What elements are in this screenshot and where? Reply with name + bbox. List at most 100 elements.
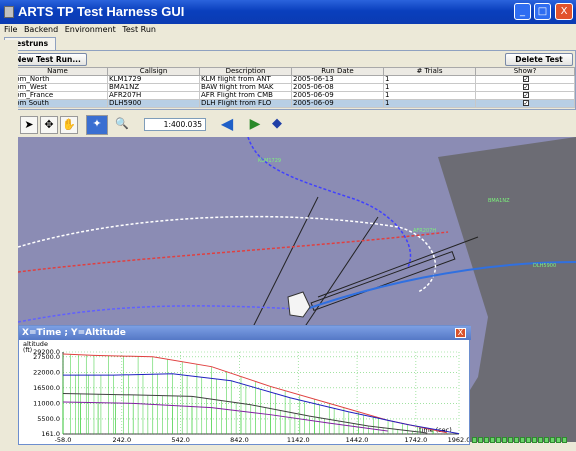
x-tick-label: 1142.0	[287, 436, 310, 444]
cell-name: From South	[7, 99, 108, 108]
column-header-run-date[interactable]: Run Date	[291, 67, 384, 76]
x-tick-label: 242.0	[113, 436, 132, 444]
hand-icon[interactable]: ✋	[60, 116, 78, 134]
track-approach	[18, 305, 299, 323]
graph-title[interactable]: X=Time ; Y=Altitude	[19, 326, 471, 340]
cell-callsign: AFR207H	[107, 91, 200, 100]
altitude-chart: -58.0 242.0 542.0 842.0 1142.0 1442.0 1742.0 19…	[23, 340, 469, 444]
x-tick-label: 1442.0	[346, 436, 369, 444]
x-tick-label: 1742.0	[404, 436, 427, 444]
zoom-icon[interactable]: 🔍	[113, 116, 131, 134]
y-tick-label: 22000.0	[33, 368, 60, 376]
map-label-3: AFR207H	[413, 228, 436, 234]
status-indicator	[490, 437, 495, 443]
show-checkbox[interactable]: ✓	[522, 100, 529, 107]
maximize-button[interactable]: □	[534, 3, 551, 20]
cell-date: 2005-06-09	[291, 91, 384, 100]
new-test-run-button[interactable]: New Test Run...	[9, 53, 87, 66]
cell-name: From_West	[7, 83, 108, 92]
x-tick-label: 1962.0	[448, 436, 469, 444]
cell-description: DLH Flight from FLO	[199, 99, 292, 108]
y-tick-label: 11000.0	[33, 399, 60, 407]
column-header-trials[interactable]: # Trials	[383, 67, 476, 76]
menu-backend[interactable]: Backend	[24, 24, 58, 36]
cell-callsign: KLM1729	[107, 75, 200, 84]
table-row[interactable]: From_West BMA1NZ BAW flight from MAK 2005-0…	[7, 83, 575, 92]
table-row[interactable]: From South DLH5900 DLH Flight from FLO 2005…	[7, 99, 575, 108]
column-header-show[interactable]: Show?	[475, 67, 575, 76]
back-arrow-icon[interactable]: ◀	[214, 116, 240, 134]
cell-show: ✓	[475, 99, 575, 108]
zoom-field[interactable]: 1:400.035	[144, 118, 206, 131]
status-indicator	[532, 437, 537, 443]
track-west	[18, 231, 449, 273]
status-indicator	[478, 437, 483, 443]
title-bar[interactable]: ARTS TP Test Harness GUI _ □ X	[0, 0, 576, 24]
status-indicator	[544, 437, 549, 443]
menu-test-run[interactable]: Test Run	[122, 24, 156, 36]
status-indicators	[472, 436, 576, 446]
status-indicator	[556, 437, 561, 443]
track-france	[247, 137, 412, 268]
status-indicator	[550, 437, 555, 443]
cell-name: From_North	[7, 75, 108, 84]
show-checkbox[interactable]: ✓	[522, 76, 529, 83]
map-toolbar: ➤ ✥ ✋ ✦ 🔍 1:400.035 ◀ ▶ ◆	[18, 113, 576, 137]
cell-show: ✓	[475, 91, 575, 100]
close-button[interactable]: X	[555, 3, 573, 20]
show-checkbox[interactable]: ✓	[522, 84, 529, 91]
layers-icon[interactable]: ◆	[268, 116, 286, 134]
bottom-bar	[0, 446, 576, 451]
status-indicator	[508, 437, 513, 443]
table-row[interactable]: From_North KLM1729 KLM flight from ANT 2005…	[7, 75, 575, 84]
cell-date: 2005-06-13	[291, 75, 384, 84]
map-label-4: DLH5900	[533, 263, 556, 269]
status-indicator	[520, 437, 525, 443]
graph-close-button[interactable]: X	[455, 328, 466, 338]
runway-line-3	[317, 236, 479, 298]
column-header-name[interactable]: Name	[7, 67, 108, 76]
cell-date: 2005-06-08	[291, 83, 384, 92]
testruns-table: Name Callsign Description Run Date # Tri…	[7, 67, 575, 108]
menu-environment[interactable]: Environment	[65, 24, 116, 36]
minimize-button[interactable]: _	[514, 3, 531, 20]
status-indicator	[526, 437, 531, 443]
status-indicator	[472, 437, 477, 443]
cell-callsign: DLH5900	[107, 99, 200, 108]
series-line-2	[62, 393, 428, 434]
cell-show: ✓	[475, 75, 575, 84]
column-header-callsign[interactable]: Callsign	[107, 67, 200, 76]
pan-icon[interactable]: ✥	[40, 116, 58, 134]
application-window: ARTS TP Test Harness GUI _ □ X File Back…	[0, 0, 576, 451]
cell-description: KLM flight from ANT	[199, 75, 292, 84]
status-indicator	[514, 437, 519, 443]
status-indicator	[502, 437, 507, 443]
status-indicator	[484, 437, 489, 443]
y-tick-label: 29200.0	[33, 348, 60, 356]
runway-rect	[310, 250, 456, 312]
cell-description: AFR Flight from CMB	[199, 91, 292, 100]
cell-name: From_France	[7, 91, 108, 100]
airport-icon[interactable]	[287, 291, 311, 318]
testruns-panel: New Test Run... Delete Test Run... Name …	[4, 50, 576, 110]
cell-trials: 1	[383, 91, 476, 100]
pointer-icon[interactable]: ➤	[20, 116, 38, 134]
x-tick-label: 842.0	[230, 436, 249, 444]
altitude-graph-window[interactable]: X=Time ; Y=Altitude X -58.0 242.0 542.0 842…	[18, 325, 471, 445]
column-header-description[interactable]: Description	[199, 67, 292, 76]
delete-test-run-button[interactable]: Delete Test Run...	[505, 53, 573, 75]
cell-date: 2005-06-09	[291, 99, 384, 108]
cell-trials: 1	[383, 99, 476, 108]
cell-callsign: BMA1NZ	[107, 83, 200, 92]
show-checkbox[interactable]: ✓	[522, 92, 529, 99]
cell-show: ✓	[475, 83, 575, 92]
menu-file[interactable]: File	[4, 24, 17, 36]
forward-arrow-icon[interactable]: ▶	[244, 116, 266, 134]
map-label-2: BMA1NZ	[488, 198, 510, 204]
table-row[interactable]: From_France AFR207H AFR Flight from CMB 200…	[7, 91, 575, 100]
y-tick-label: 16500.0	[33, 384, 60, 392]
status-indicator	[562, 437, 567, 443]
fit-icon[interactable]: ✦	[86, 115, 108, 135]
cell-trials: 1	[383, 75, 476, 84]
y-tick-label: 161.0	[41, 430, 60, 438]
